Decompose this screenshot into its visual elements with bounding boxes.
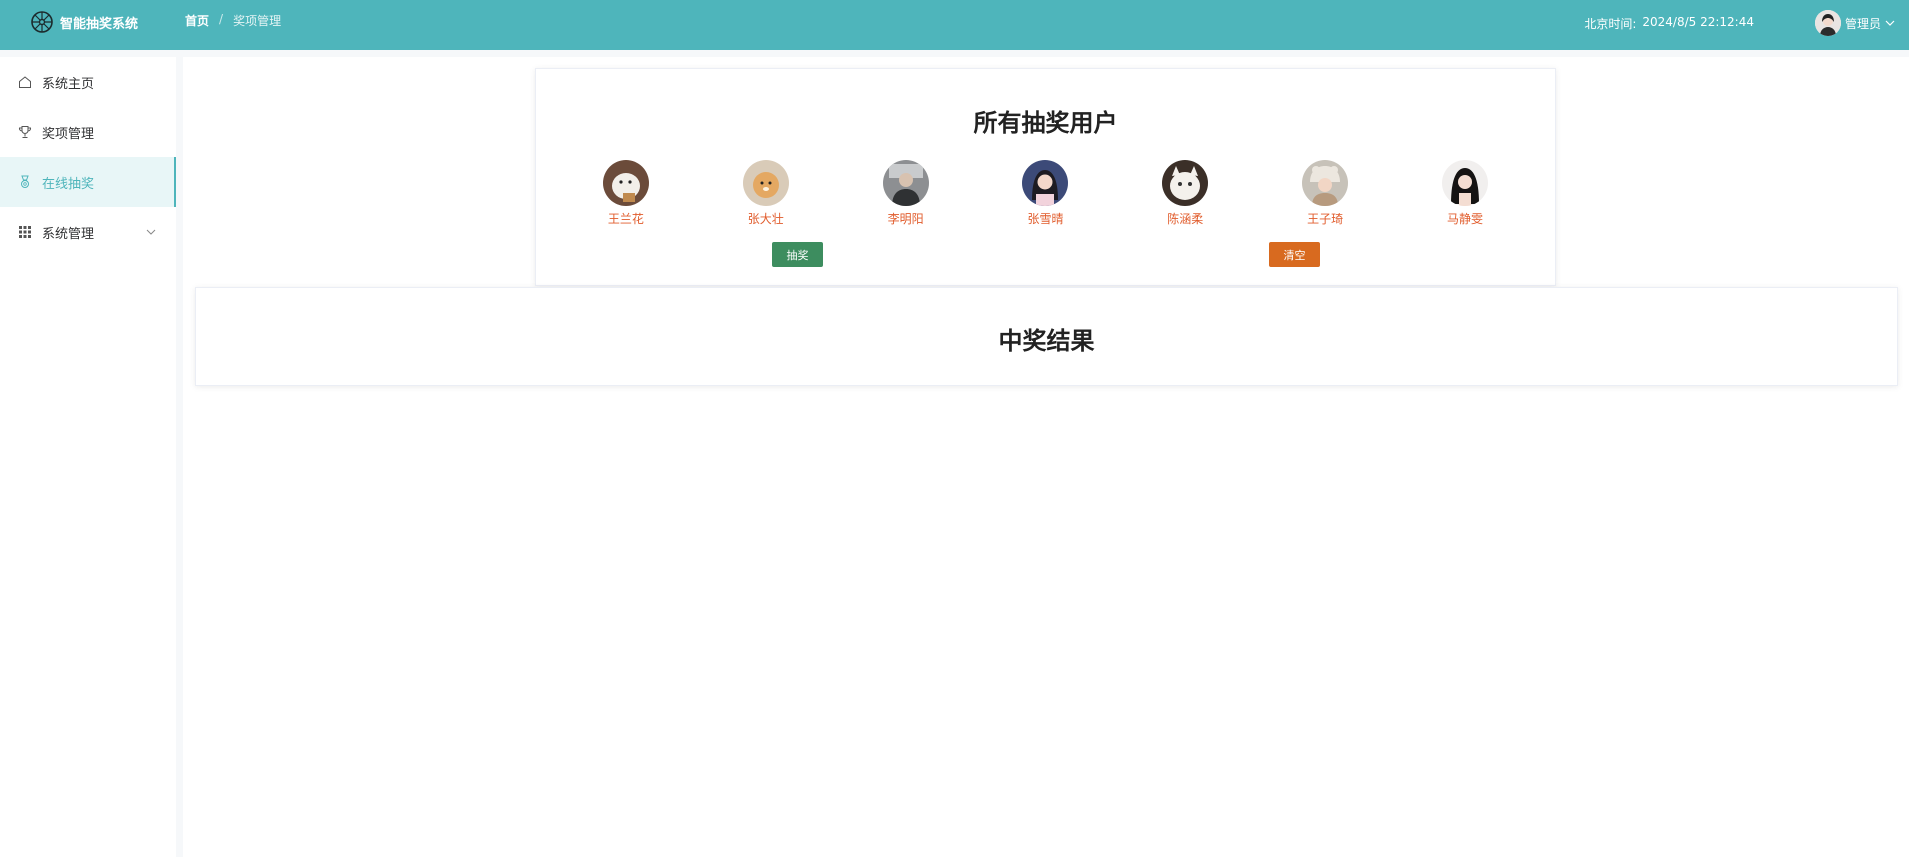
home-icon [19, 76, 31, 88]
user-name: 王子琦 [1307, 212, 1344, 226]
breadcrumb-current: 奖项管理 [233, 14, 282, 28]
sidebar-item-system[interactable]: 系统管理 [0, 207, 176, 257]
avatar [1022, 160, 1069, 206]
user-tile[interactable]: 王兰花 [581, 160, 671, 227]
avatar [602, 160, 649, 206]
sidebar-item-home[interactable]: 系统主页 [0, 57, 176, 107]
user-menu[interactable]: 管理员 [1814, 10, 1895, 36]
top-header: 智能抽奖系统 首页 / 奖项管理 北京时间: 2024/8/5 22:12:44… [0, 0, 1909, 50]
user-tile[interactable]: 张大壮 [721, 160, 811, 227]
lottery-users-title: 所有抽奖用户 [973, 109, 1118, 137]
user-name: 张雪晴 [1027, 212, 1064, 226]
chevron-down-icon [146, 229, 156, 235]
lottery-users-card: 所有抽奖用户 王兰花 张大壮 李明阳 张雪晴 陈涵柔 王子琦 马静雯 抽奖 清空 [535, 68, 1556, 286]
avatar [1814, 10, 1841, 36]
avatar [742, 160, 789, 206]
clock-value: 2024/8/5 22:12:44 [1642, 15, 1754, 29]
avatar [1162, 160, 1209, 206]
sidebar-item-label: 在线抽奖 [42, 176, 95, 192]
breadcrumb-separator: / [219, 12, 224, 26]
user-name: 张大壮 [747, 212, 784, 226]
clock: 北京时间: 2024/8/5 22:12:44 [1584, 15, 1754, 32]
sidebar-item-label: 系统管理 [42, 226, 95, 242]
user-tile[interactable]: 张雪晴 [1000, 160, 1090, 227]
breadcrumb-home[interactable]: 首页 [185, 12, 209, 29]
user-name: 李明阳 [887, 212, 924, 226]
medal-icon [21, 175, 29, 188]
user-tile[interactable]: 王子琦 [1280, 160, 1370, 227]
trophy-icon [18, 126, 32, 138]
user-name: 陈涵柔 [1167, 212, 1204, 226]
sidebar-item-label: 系统主页 [42, 76, 95, 92]
breadcrumb: 首页 / 奖项管理 [185, 12, 281, 29]
draw-button[interactable]: 抽奖 [772, 242, 823, 267]
user-tile[interactable]: 马静雯 [1420, 160, 1510, 227]
chevron-down-icon [1885, 20, 1895, 26]
logo-icon [31, 11, 53, 33]
result-title: 中奖结果 [998, 327, 1095, 355]
result-card: 中奖结果 [195, 287, 1898, 386]
grid-icon [19, 226, 31, 238]
user-name: 王兰花 [607, 212, 644, 226]
avatar [882, 160, 929, 206]
app-logo[interactable]: 智能抽奖系统 [30, 10, 138, 34]
user-tile[interactable]: 李明阳 [861, 160, 951, 227]
app-title: 智能抽奖系统 [60, 16, 139, 32]
user-name: 马静雯 [1446, 212, 1483, 226]
user-name: 管理员 [1844, 16, 1881, 31]
sidebar-item-label: 奖项管理 [42, 126, 95, 142]
clock-label: 北京时间: [1584, 17, 1637, 31]
user-tile[interactable]: 陈涵柔 [1140, 160, 1230, 227]
avatar [1302, 160, 1349, 206]
sidebar-item-prizes[interactable]: 奖项管理 [0, 107, 176, 157]
user-list: 王兰花 张大壮 李明阳 张雪晴 陈涵柔 王子琦 马静雯 [536, 160, 1555, 227]
clear-button[interactable]: 清空 [1269, 242, 1320, 267]
sidebar-item-online-draw[interactable]: 在线抽奖 [0, 157, 176, 207]
sidebar: 系统主页 奖项管理 在线抽奖 系统管理 [0, 57, 176, 857]
avatar [1441, 160, 1488, 206]
